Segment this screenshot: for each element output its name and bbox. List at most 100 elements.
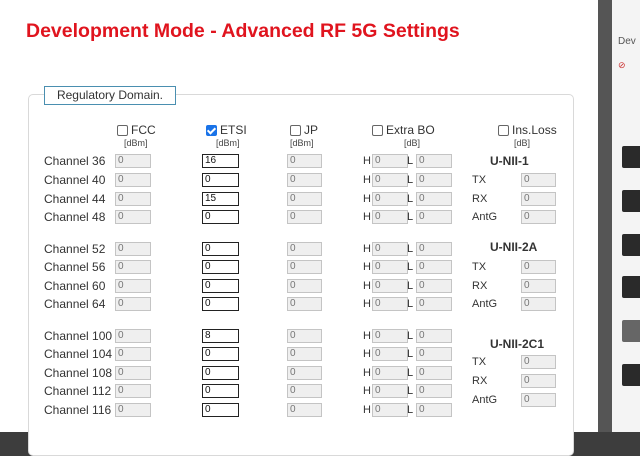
jp-power-input[interactable]: 0 bbox=[287, 154, 322, 168]
extra-bo-h-input[interactable]: 0 bbox=[372, 260, 408, 274]
fcc-power-input[interactable]: 0 bbox=[115, 297, 151, 311]
extra-bo-l-input[interactable]: 0 bbox=[416, 347, 452, 361]
fcc-power-input[interactable]: 0 bbox=[115, 210, 151, 224]
jp-power-input[interactable]: 0 bbox=[287, 173, 322, 187]
tx-input[interactable]: 0 bbox=[521, 260, 556, 274]
jp-power-input[interactable]: 0 bbox=[287, 297, 322, 311]
l-label: L bbox=[407, 298, 414, 310]
extra-bo-h-input[interactable]: 0 bbox=[372, 154, 408, 168]
extra-bo-l-input[interactable]: 0 bbox=[416, 366, 452, 380]
l-label: L bbox=[407, 280, 414, 292]
h-label: H bbox=[363, 385, 371, 397]
antg-input[interactable]: 0 bbox=[521, 297, 556, 311]
jp-power-input[interactable]: 0 bbox=[287, 403, 322, 417]
extra-bo-l-input[interactable]: 0 bbox=[416, 260, 452, 274]
fcc-power-input[interactable]: 0 bbox=[115, 260, 151, 274]
etsi-power-input[interactable]: 0 bbox=[202, 403, 239, 417]
etsi-checkbox-label[interactable]: ETSI bbox=[206, 123, 247, 137]
antg-label: AntG bbox=[472, 298, 498, 310]
fcc-power-input[interactable]: 0 bbox=[115, 366, 151, 380]
extra-bo-checkbox-label[interactable]: Extra BO bbox=[372, 123, 435, 137]
tx-label: TX bbox=[472, 356, 487, 368]
band-group-title: U-NII-1 bbox=[490, 154, 529, 168]
extra-bo-l-input[interactable]: 0 bbox=[416, 329, 452, 343]
fcc-power-input[interactable]: 0 bbox=[115, 173, 151, 187]
etsi-power-input[interactable]: 0 bbox=[202, 297, 239, 311]
etsi-label: ETSI bbox=[220, 123, 247, 137]
fcc-power-input[interactable]: 0 bbox=[115, 192, 151, 206]
fcc-power-input[interactable]: 0 bbox=[115, 347, 151, 361]
extra-bo-h-input[interactable]: 0 bbox=[372, 384, 408, 398]
antg-input[interactable]: 0 bbox=[521, 210, 556, 224]
jp-power-input[interactable]: 0 bbox=[287, 242, 322, 256]
etsi-power-input[interactable]: 0 bbox=[202, 260, 239, 274]
etsi-unit: [dBm] bbox=[216, 138, 240, 148]
extra-bo-h-input[interactable]: 0 bbox=[372, 173, 408, 187]
l-label: L bbox=[407, 348, 414, 360]
fcc-power-input[interactable]: 0 bbox=[115, 279, 151, 293]
tx-input[interactable]: 0 bbox=[521, 355, 556, 369]
extra-bo-h-input[interactable]: 0 bbox=[372, 242, 408, 256]
extra-bo-h-input[interactable]: 0 bbox=[372, 210, 408, 224]
jp-power-input[interactable]: 0 bbox=[287, 192, 322, 206]
extra-bo-l-input[interactable]: 0 bbox=[416, 242, 452, 256]
jp-power-input[interactable]: 0 bbox=[287, 260, 322, 274]
band-group-title: U-NII-2C1 bbox=[490, 337, 545, 351]
fcc-checkbox[interactable] bbox=[117, 124, 128, 136]
extra-bo-l-input[interactable]: 0 bbox=[416, 173, 452, 187]
extra-bo-h-input[interactable]: 0 bbox=[372, 366, 408, 380]
extra-bo-h-input[interactable]: 0 bbox=[372, 347, 408, 361]
ins-loss-checkbox-label[interactable]: Ins.Loss bbox=[498, 123, 557, 137]
rx-label: RX bbox=[472, 193, 488, 205]
extra-bo-checkbox[interactable] bbox=[372, 124, 383, 136]
fcc-power-input[interactable]: 0 bbox=[115, 403, 151, 417]
fcc-checkbox-label[interactable]: FCC bbox=[117, 123, 156, 137]
rx-input[interactable]: 0 bbox=[521, 374, 556, 388]
extra-bo-h-input[interactable]: 0 bbox=[372, 297, 408, 311]
channel-label: Channel 104 bbox=[44, 347, 113, 361]
tx-input[interactable]: 0 bbox=[521, 173, 556, 187]
extra-bo-l-input[interactable]: 0 bbox=[416, 210, 452, 224]
extra-bo-l-input[interactable]: 0 bbox=[416, 192, 452, 206]
ins-loss-checkbox[interactable] bbox=[498, 124, 509, 136]
jp-checkbox-label[interactable]: JP bbox=[290, 123, 318, 137]
rx-input[interactable]: 0 bbox=[521, 192, 556, 206]
etsi-power-input[interactable]: 0 bbox=[202, 210, 239, 224]
fcc-power-input[interactable]: 0 bbox=[115, 329, 151, 343]
fcc-power-input[interactable]: 0 bbox=[115, 384, 151, 398]
rx-label: RX bbox=[472, 375, 488, 387]
extra-bo-l-input[interactable]: 0 bbox=[416, 154, 452, 168]
fcc-power-input[interactable]: 0 bbox=[115, 242, 151, 256]
etsi-power-input[interactable]: 0 bbox=[202, 366, 239, 380]
l-label: L bbox=[407, 155, 414, 167]
jp-power-input[interactable]: 0 bbox=[287, 210, 322, 224]
etsi-checkbox[interactable] bbox=[206, 124, 217, 136]
extra-bo-l-input[interactable]: 0 bbox=[416, 403, 452, 417]
rx-input[interactable]: 0 bbox=[521, 279, 556, 293]
jp-power-input[interactable]: 0 bbox=[287, 347, 322, 361]
etsi-power-input[interactable]: 0 bbox=[202, 279, 239, 293]
etsi-power-input[interactable]: 0 bbox=[202, 173, 239, 187]
etsi-power-input[interactable]: 0 bbox=[202, 242, 239, 256]
etsi-power-input[interactable]: 0 bbox=[202, 384, 239, 398]
etsi-power-input[interactable]: 0 bbox=[202, 347, 239, 361]
extra-bo-l-input[interactable]: 0 bbox=[416, 384, 452, 398]
extra-bo-h-input[interactable]: 0 bbox=[372, 403, 408, 417]
extra-bo-h-input[interactable]: 0 bbox=[372, 192, 408, 206]
h-label: H bbox=[363, 174, 371, 186]
extra-bo-l-input[interactable]: 0 bbox=[416, 279, 452, 293]
jp-checkbox[interactable] bbox=[290, 124, 301, 136]
jp-power-input[interactable]: 0 bbox=[287, 279, 322, 293]
antg-input[interactable]: 0 bbox=[521, 393, 556, 407]
fcc-power-input[interactable]: 0 bbox=[115, 154, 151, 168]
jp-power-input[interactable]: 0 bbox=[287, 384, 322, 398]
etsi-power-input[interactable]: 15 bbox=[202, 192, 239, 206]
jp-power-input[interactable]: 0 bbox=[287, 329, 322, 343]
jp-power-input[interactable]: 0 bbox=[287, 366, 322, 380]
extra-bo-h-input[interactable]: 0 bbox=[372, 279, 408, 293]
etsi-power-input[interactable]: 8 bbox=[202, 329, 239, 343]
background-button bbox=[622, 276, 640, 298]
etsi-power-input[interactable]: 16 bbox=[202, 154, 239, 168]
extra-bo-l-input[interactable]: 0 bbox=[416, 297, 452, 311]
extra-bo-h-input[interactable]: 0 bbox=[372, 329, 408, 343]
